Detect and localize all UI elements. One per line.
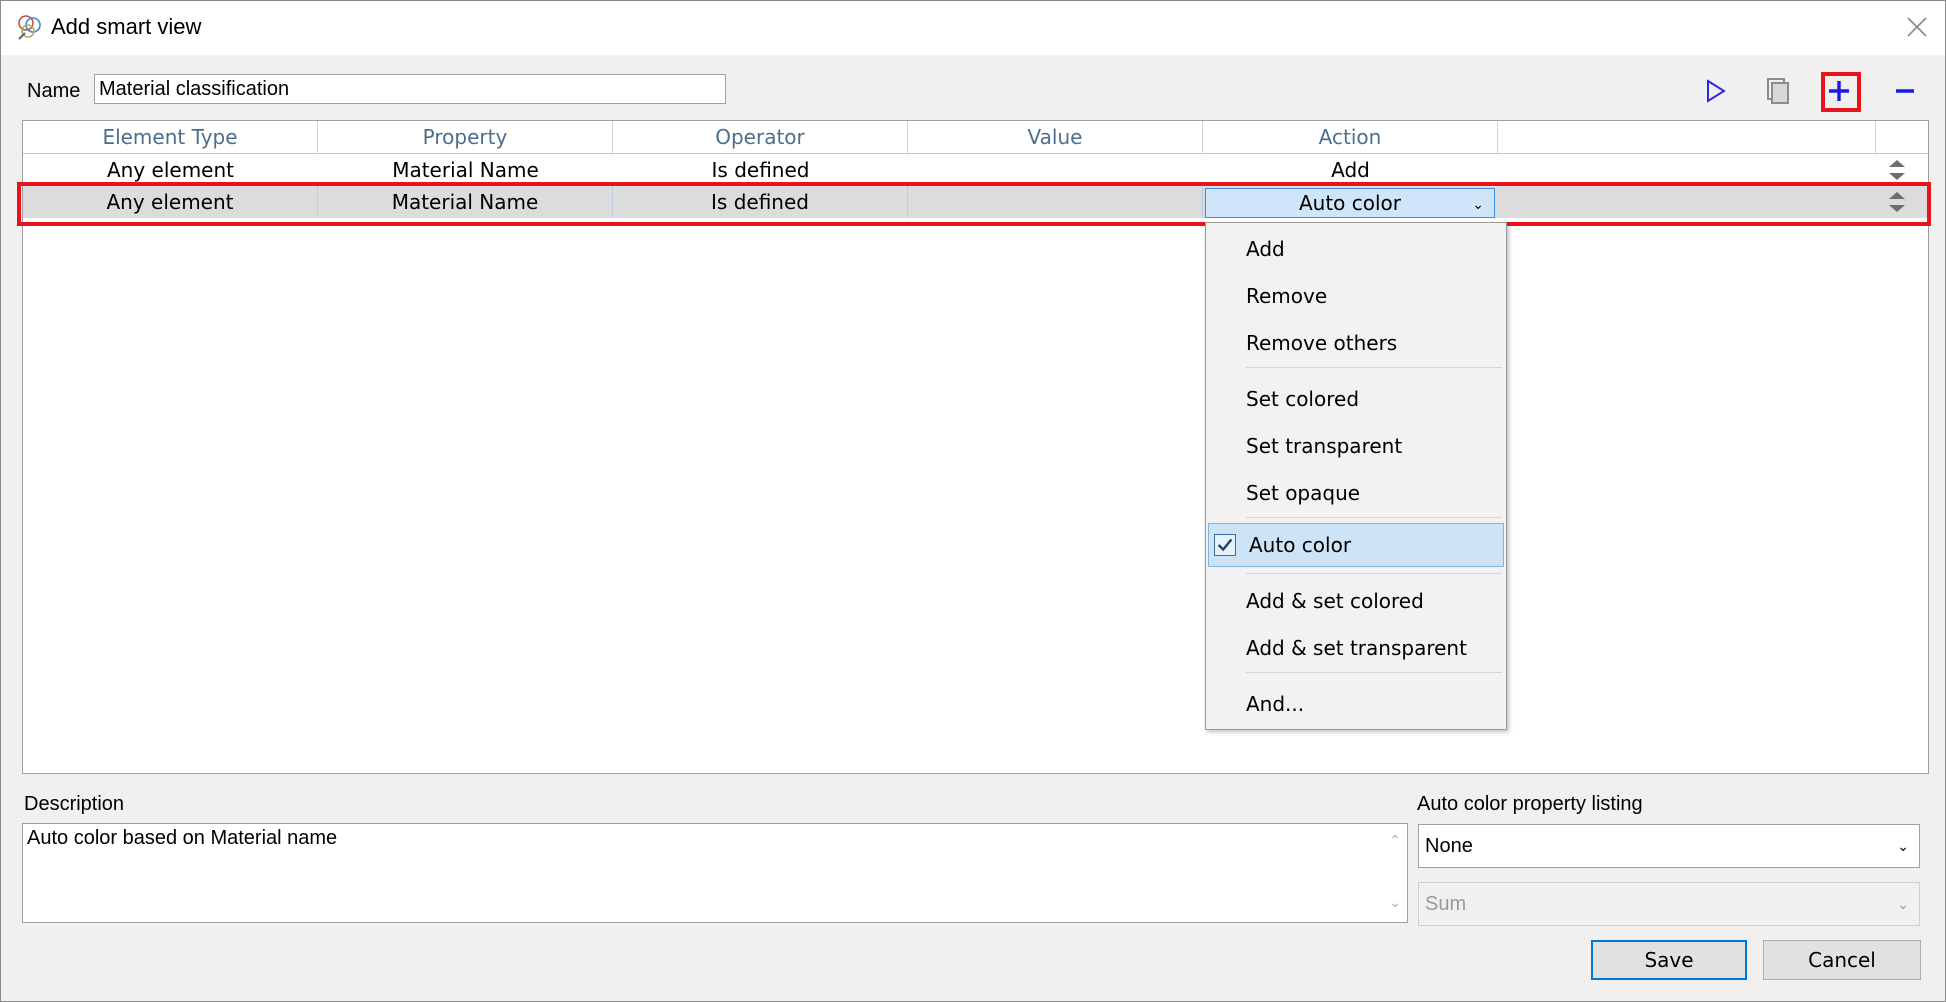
aggregate-value: Sum — [1425, 893, 1467, 915]
action-combobox-value: Auto color — [1298, 191, 1402, 215]
cell-property[interactable]: Material Name — [318, 154, 613, 186]
smart-view-dialog: Add smart view Name Element Type Propert… — [0, 0, 1946, 1002]
description-text: Auto color based on Material name — [27, 827, 338, 849]
name-input[interactable] — [94, 74, 726, 104]
cell-operator[interactable]: Is defined — [613, 154, 908, 186]
smart-view-app-icon — [18, 15, 41, 40]
grid-header: Element Type Property Operator Value Act… — [23, 121, 1928, 154]
cell-operator[interactable]: Is defined — [613, 186, 908, 218]
menu-item-add-set-transparent[interactable]: Add & set transparent — [1206, 626, 1506, 670]
rules-grid: Element Type Property Operator Value Act… — [22, 120, 1929, 774]
column-header-property[interactable]: Property — [318, 121, 613, 153]
auto-color-listing-select[interactable]: None ⌄ — [1418, 824, 1920, 868]
add-row-button[interactable] — [1821, 73, 1857, 109]
action-dropdown-menu: Add Remove Remove others Set colored Set… — [1205, 222, 1507, 730]
menu-item-auto-color[interactable]: Auto color — [1208, 523, 1504, 567]
reorder-handle-icon[interactable] — [1886, 188, 1908, 216]
table-row-selected[interactable]: Any element Material Name Is defined — [23, 186, 1928, 218]
copy-button[interactable] — [1759, 73, 1795, 109]
menu-item-set-transparent[interactable]: Set transparent — [1206, 424, 1506, 468]
menu-separator — [1246, 367, 1502, 368]
close-icon[interactable] — [1905, 15, 1929, 39]
cell-element-type[interactable]: Any element — [23, 186, 318, 218]
chevron-down-icon: ⌄ — [1472, 197, 1484, 213]
action-combobox[interactable]: Auto color ⌄ — [1205, 188, 1495, 218]
name-label: Name — [27, 80, 81, 102]
menu-separator — [1246, 573, 1502, 574]
column-header-element-type[interactable]: Element Type — [23, 121, 318, 153]
menu-item-label: Auto color — [1249, 533, 1352, 557]
menu-item-add-set-colored[interactable]: Add & set colored — [1206, 579, 1506, 623]
menu-separator — [1246, 672, 1502, 673]
menu-item-remove-others[interactable]: Remove others — [1206, 321, 1506, 365]
scroll-down-icon[interactable]: ⌄ — [1389, 894, 1401, 911]
table-row[interactable]: Any element Material Name Is defined Add — [23, 154, 1928, 186]
cell-action[interactable]: Add — [1203, 154, 1498, 186]
minus-icon — [1896, 89, 1914, 93]
description-textarea[interactable]: Auto color based on Material name ⌃ ⌄ — [22, 823, 1408, 923]
menu-item-remove[interactable]: Remove — [1206, 274, 1506, 318]
checkmark-icon — [1214, 534, 1236, 556]
auto-color-listing-label: Auto color property listing — [1417, 793, 1643, 815]
menu-separator — [1246, 517, 1502, 518]
cell-element-type[interactable]: Any element — [23, 154, 318, 186]
column-header-extra — [1498, 121, 1876, 153]
cancel-button[interactable]: Cancel — [1763, 940, 1921, 980]
column-header-action[interactable]: Action — [1203, 121, 1498, 153]
chevron-down-icon: ⌄ — [1897, 838, 1909, 854]
remove-row-button[interactable] — [1887, 73, 1923, 109]
menu-item-add[interactable]: Add — [1206, 227, 1506, 271]
description-label: Description — [24, 793, 125, 815]
cell-value[interactable] — [908, 154, 1203, 186]
play-icon — [1707, 79, 1726, 103]
run-button[interactable] — [1697, 73, 1733, 109]
title-bar: Add smart view — [1, 1, 1945, 55]
cell-value[interactable] — [908, 186, 1203, 218]
menu-item-and[interactable]: And... — [1206, 682, 1506, 726]
dialog-title: Add smart view — [51, 14, 202, 39]
menu-item-set-colored[interactable]: Set colored — [1206, 377, 1506, 421]
aggregate-select: Sum ⌄ — [1418, 882, 1920, 926]
menu-item-set-opaque[interactable]: Set opaque — [1206, 471, 1506, 515]
column-header-value[interactable]: Value — [908, 121, 1203, 153]
copy-icon — [1767, 78, 1789, 104]
chevron-down-icon: ⌄ — [1897, 896, 1909, 912]
reorder-handle-icon[interactable] — [1886, 156, 1908, 184]
cell-extra — [1498, 186, 1876, 218]
cell-property[interactable]: Material Name — [318, 186, 613, 218]
save-button[interactable]: Save — [1591, 940, 1747, 980]
scroll-up-icon[interactable]: ⌃ — [1389, 832, 1401, 849]
auto-color-listing-value: None — [1425, 835, 1473, 857]
plus-icon — [1829, 81, 1849, 101]
column-header-operator[interactable]: Operator — [613, 121, 908, 153]
